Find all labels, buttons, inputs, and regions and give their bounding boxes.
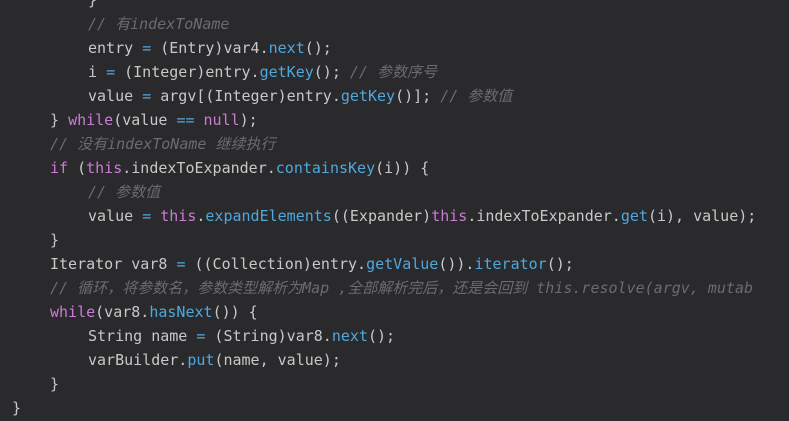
code-token-method: put [187, 351, 215, 369]
code-line: if (this.indexToExpander.containsKey(i))… [50, 156, 429, 180]
code-token-text: ()) { [212, 303, 258, 321]
code-token-text: varBuilder. [88, 351, 188, 369]
code-token-keyword: this [86, 159, 123, 177]
code-token-keyword: while [68, 111, 114, 129]
code-token-text: (Entry)var4. [151, 39, 269, 57]
code-token-text: (Integer)entry. [115, 63, 260, 81]
code-token-text: .indexToExpander. [122, 159, 276, 177]
code-token-method: getValue [366, 255, 439, 273]
code-line: Iterator var8 = ((Collection)entry.getVa… [50, 252, 574, 276]
code-line: entry = (Entry)var4.next(); [88, 36, 332, 60]
code-token-text: (String)var8. [205, 327, 332, 345]
code-token-keyword: while [50, 303, 96, 321]
code-token-text: value [88, 207, 143, 225]
code-token-text: ()). [438, 255, 475, 273]
code-line: varBuilder.put(name, value); [88, 348, 341, 372]
code-token-text: (i), value); [647, 207, 757, 225]
code-token-text: String name [88, 327, 197, 345]
code-line: } [50, 372, 59, 396]
code-token-text: } [88, 0, 98, 9]
code-token-text: entry [88, 39, 143, 57]
code-line: // 没有indexToName 继续执行 [50, 132, 275, 156]
code-line: // 循环，将参数名，参数类型解析为Map ,全部解析完后，还是会回到 this… [50, 276, 753, 300]
code-token-keyword: this [160, 207, 197, 225]
code-token-text: } [12, 399, 22, 417]
code-token-comment: // 循环，将参数名，参数类型解析为Map ,全部解析完后，还是会回到 this… [50, 279, 754, 297]
code-token-text: } [50, 111, 69, 129]
code-line: } [88, 0, 97, 12]
code-token-op: = [106, 63, 116, 81]
code-token-method: containsKey [275, 159, 376, 177]
code-token-comment: // 参数序号 [349, 63, 437, 81]
code-token-op: = [142, 39, 152, 57]
code-line: String name = (String)var8.next(); [88, 324, 395, 348]
code-line: } while(value == null); [50, 108, 258, 132]
code-token-keyword: null [203, 111, 240, 129]
code-token-text: (); [367, 327, 396, 345]
code-token-text: (i)) { [375, 159, 430, 177]
code-token-comment: // 参数值 [440, 87, 513, 105]
code-line: } [50, 228, 59, 252]
code-token-text: (); [313, 63, 350, 81]
code-token-text: ( [68, 159, 87, 177]
code-token-text: ((Expander) [331, 207, 432, 225]
code-token-op: == [176, 111, 195, 129]
code-token-method: getKey [259, 63, 314, 81]
code-token-text: ((Collection)entry. [185, 255, 367, 273]
code-token-text: (); [546, 255, 574, 273]
code-token-text: .indexToExpander. [467, 207, 621, 225]
code-editor[interactable]: }// 有indexToName entry = (Entry)var4.next… [0, 0, 789, 421]
code-line: value = this.expandElements((Expander)th… [88, 204, 756, 228]
code-token-method: hasNext [149, 303, 213, 321]
code-token-method: getKey [340, 87, 396, 105]
code-token-text: ()]; [395, 87, 441, 105]
code-token-comment: // 没有indexToName 继续执行 [50, 135, 276, 153]
code-line: value = argv[(Integer)entry.getKey()]; /… [88, 84, 512, 108]
code-token-keyword: if [50, 159, 69, 177]
code-token-method: get [620, 207, 648, 225]
code-token-method: next [331, 327, 368, 345]
code-token-text: (); [304, 39, 332, 57]
code-token-text: ); [239, 111, 258, 129]
code-line: // 有indexToName [88, 12, 229, 36]
code-line: } [12, 396, 21, 420]
code-token-text: (var8. [95, 303, 150, 321]
code-line: // 参数值 [88, 180, 160, 204]
code-token-text: } [50, 375, 60, 393]
code-token-text: (value [113, 111, 177, 129]
code-token-comment: // 有indexToName [88, 15, 230, 33]
code-token-comment: // 参数值 [88, 183, 161, 201]
code-token-text: Iterator var8 [50, 255, 177, 273]
code-line: i = (Integer)entry.getKey(); // 参数序号 [88, 60, 437, 84]
code-line: while(var8.hasNext()) { [50, 300, 258, 324]
code-token-text: value [88, 87, 143, 105]
code-token-text: argv[(Integer)entry. [151, 87, 341, 105]
code-token-op: = [142, 87, 152, 105]
code-token-op: = [142, 207, 152, 225]
code-token-method: expandElements [205, 207, 332, 225]
code-token-method: next [268, 39, 305, 57]
code-token-text: } [50, 231, 60, 249]
code-token-text: i [88, 63, 107, 81]
code-token-text: (name, value); [214, 351, 341, 369]
code-token-keyword: this [431, 207, 468, 225]
code-token-method: iterator [474, 255, 547, 273]
